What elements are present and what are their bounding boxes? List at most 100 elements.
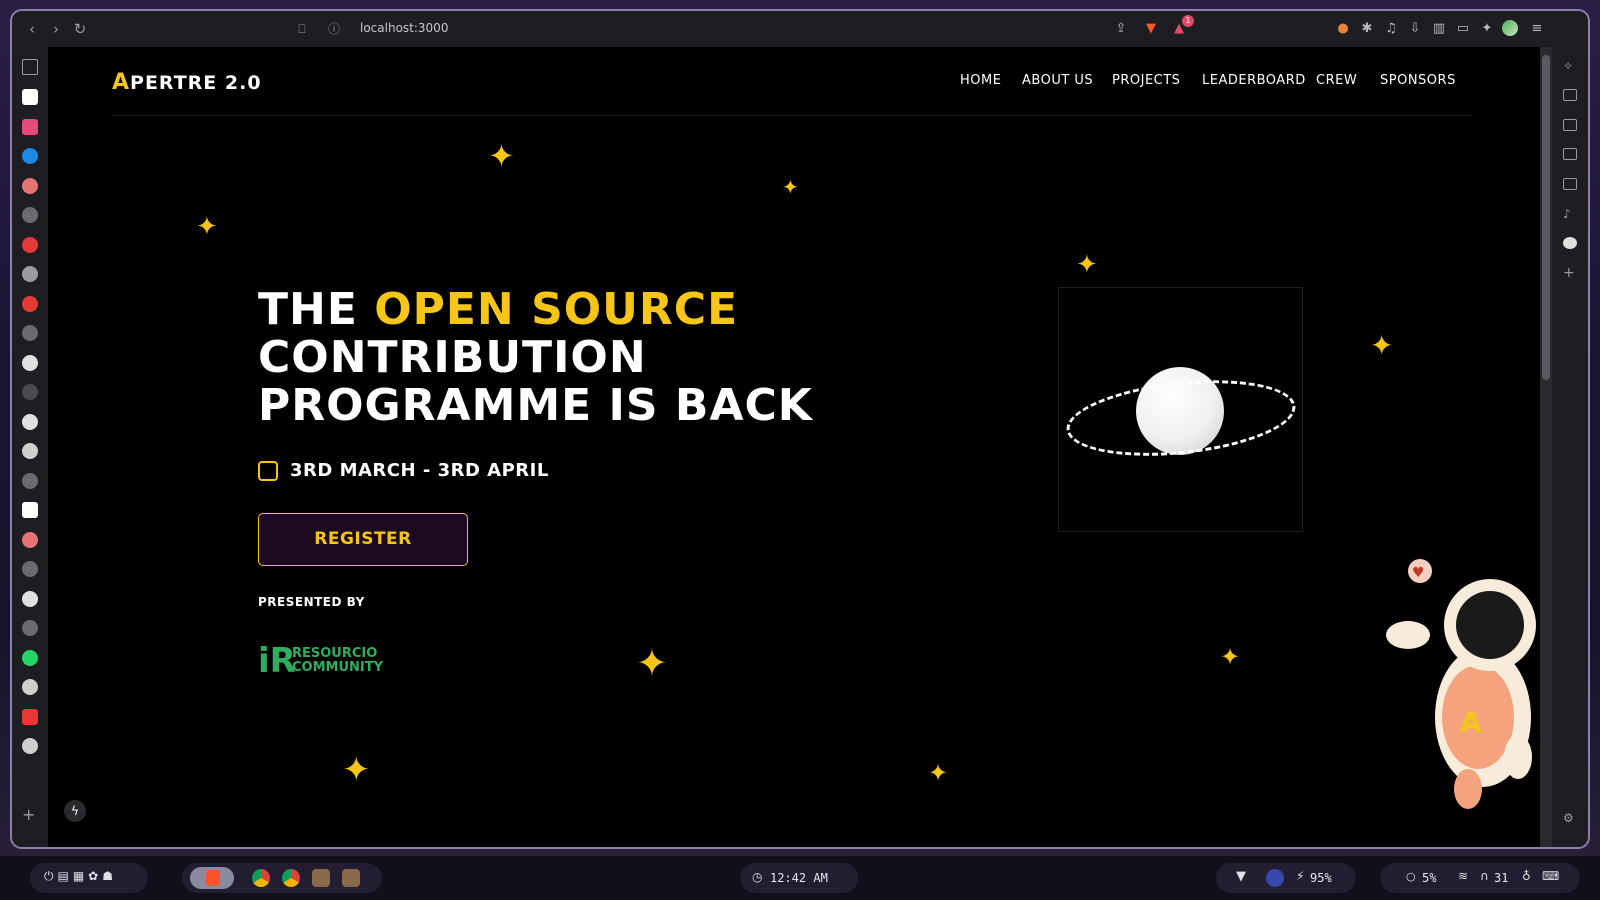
tab-favicon-7[interactable] (22, 473, 38, 489)
extensions-icon[interactable]: ✱ (1358, 20, 1376, 38)
hero-headline-line1: THE OPEN SOURCE (258, 284, 739, 335)
headphones-icon: ∩ (1480, 869, 1489, 883)
tab-favicon-telegram[interactable] (22, 148, 38, 164)
reading-list-icon[interactable] (1563, 119, 1577, 131)
tab-favicon-9[interactable] (22, 561, 38, 577)
microphone-icon: ♁ (1522, 869, 1531, 883)
presented-by-label: PRESENTED BY (258, 595, 365, 609)
new-tab-icon[interactable]: + (22, 805, 35, 824)
hero-headline-line3: PROGRAMME IS BACK (258, 380, 813, 431)
nav-home[interactable]: HOME (960, 73, 1001, 88)
profile-avatar[interactable] (1502, 20, 1518, 36)
star-icon: ✦ (1370, 329, 1394, 362)
scrollbar-thumb[interactable] (1542, 55, 1550, 380)
calendar-icon (258, 461, 278, 481)
sidebar-toggle-icon[interactable]: ▥ (1430, 20, 1448, 38)
chatgpt-panel-icon[interactable] (1563, 237, 1577, 249)
nav-leaderboard[interactable]: LEADERBOARD (1202, 73, 1306, 88)
chrome-app-icon-2[interactable] (282, 869, 300, 887)
bluetooth-icon (1266, 869, 1284, 887)
event-date: 3RD MARCH - 3RD APRIL (290, 460, 549, 481)
leo-ai-icon[interactable]: ✦ (1478, 20, 1496, 38)
tab-favicon-4[interactable] (22, 296, 38, 312)
metamask-icon[interactable]: ● (1334, 20, 1352, 38)
reload-icon[interactable]: ↻ (70, 19, 90, 39)
add-panel-icon[interactable]: + (1563, 265, 1577, 281)
status-pill[interactable]: ▼ ⚡ 95% (1216, 863, 1356, 893)
menu-icon[interactable]: ≡ (1528, 20, 1546, 38)
nav-projects[interactable]: PROJECTS (1112, 73, 1180, 88)
nav-crew[interactable]: CREW (1316, 73, 1357, 88)
brave-shield-icon[interactable]: ▼ (1142, 20, 1160, 38)
page-scrollbar[interactable] (1540, 47, 1552, 847)
tab-favicon-r[interactable] (22, 89, 38, 105)
tab-favicon-whatsapp[interactable] (22, 650, 38, 666)
tab-favicon-vercel-active[interactable] (22, 502, 38, 518)
bookmarks-panel-icon[interactable] (1563, 178, 1577, 190)
download-icon[interactable]: ⇩ (1406, 20, 1424, 38)
nav-sponsors[interactable]: SPONSORS (1380, 73, 1456, 88)
tab-favicon-github[interactable] (22, 355, 38, 371)
bolt-icon[interactable]: ϟ (64, 800, 86, 822)
tab-favicon-figma[interactable] (22, 119, 38, 135)
wallet-panel-icon[interactable] (1563, 148, 1577, 160)
chrome-app-icon[interactable] (252, 869, 270, 887)
app-dock (182, 863, 382, 893)
resources-pill[interactable]: ○ 5% ≋ ∩ 31 ♁ ⌨ (1380, 863, 1580, 893)
tab-favicon-5[interactable] (22, 325, 38, 341)
star-icon: ✦ (928, 759, 949, 787)
svg-text:A: A (1460, 706, 1482, 739)
tab-favicon-1[interactable] (22, 178, 38, 194)
settings-gear-icon[interactable]: ⚙ (1563, 811, 1577, 825)
site-info-icon[interactable]: ⓘ (324, 19, 344, 39)
browser-window: ‹ › ↻ ⎕ ⓘ localhost:3000 ⇪ ▼ ▲ 1 ● ✱ ♫ ⇩… (10, 9, 1590, 849)
back-icon[interactable]: ‹ (22, 19, 42, 39)
tab-favicon-11[interactable] (22, 709, 38, 725)
tab-favicon-chatgpt[interactable] (22, 679, 38, 695)
tab-favicon-8[interactable] (22, 532, 38, 548)
tab-panel-icon[interactable] (22, 59, 38, 75)
address-bar[interactable]: localhost:3000 (360, 21, 448, 35)
star-icon: ✦ (782, 175, 799, 199)
terminal-app-icon-2[interactable] (342, 869, 360, 887)
battery-icon: ⚡ (1296, 869, 1305, 883)
tab-favicon-github-3[interactable] (22, 591, 38, 607)
site-logo[interactable]: APERTRE 2.0 (112, 70, 262, 95)
keyboard-icon: ⌨ (1542, 869, 1560, 883)
tab-favicon-3[interactable] (22, 237, 38, 253)
tab-favicon-vercel[interactable] (22, 443, 38, 459)
brave-app-icon[interactable] (190, 867, 234, 889)
vertical-tab-bar: + (12, 47, 48, 847)
music-icon[interactable]: ♫ (1382, 20, 1400, 38)
bookmark-icon[interactable]: ⎕ (292, 19, 312, 39)
power-apps-icons[interactable]: ⏻▤▦✿☗ (44, 869, 117, 884)
tab-favicon-github-2[interactable] (22, 414, 38, 430)
tab-favicon-2[interactable] (22, 207, 38, 223)
terminal-app-icon[interactable] (312, 869, 330, 887)
volume-level: 31 (1494, 871, 1509, 885)
media-icon[interactable] (1563, 89, 1577, 101)
resourcio-logo-icon[interactable]: iR (258, 644, 296, 678)
system-tray-left[interactable]: ⏻▤▦✿☗ (30, 863, 148, 893)
header-divider (112, 115, 1472, 116)
right-sidebar: ✧ ♪ + ⚙ (1552, 47, 1588, 847)
tab-favicon-audio[interactable] (22, 266, 38, 282)
network-icon: ≋ (1458, 869, 1469, 883)
notification-badge: 1 (1182, 15, 1194, 27)
music-panel-icon[interactable]: ♪ (1563, 207, 1577, 221)
register-button[interactable]: REGISTER (258, 513, 468, 566)
star-icon: ✦ (1220, 643, 1241, 671)
tab-favicon-10[interactable] (22, 620, 38, 636)
tab-favicon-chatgpt-2[interactable] (22, 738, 38, 754)
star-icon: ✦ (636, 641, 668, 685)
clock-pill[interactable]: ◷ 12:42 AM (740, 863, 858, 893)
leo-icon[interactable]: ✧ (1563, 59, 1577, 73)
forward-icon[interactable]: › (46, 19, 66, 39)
resourcio-community-label[interactable]: RESOURCIO COMMUNITY (292, 647, 383, 675)
tab-favicon-6[interactable] (22, 384, 38, 400)
nav-about-us[interactable]: ABOUT US (1022, 73, 1093, 88)
webpage: APERTRE 2.0 HOME ABOUT US PROJECTS LEADE… (48, 47, 1544, 847)
share-icon[interactable]: ⇪ (1112, 20, 1130, 38)
cpu-usage: 5% (1422, 871, 1437, 885)
wallet-icon[interactable]: ▭ (1454, 20, 1472, 38)
